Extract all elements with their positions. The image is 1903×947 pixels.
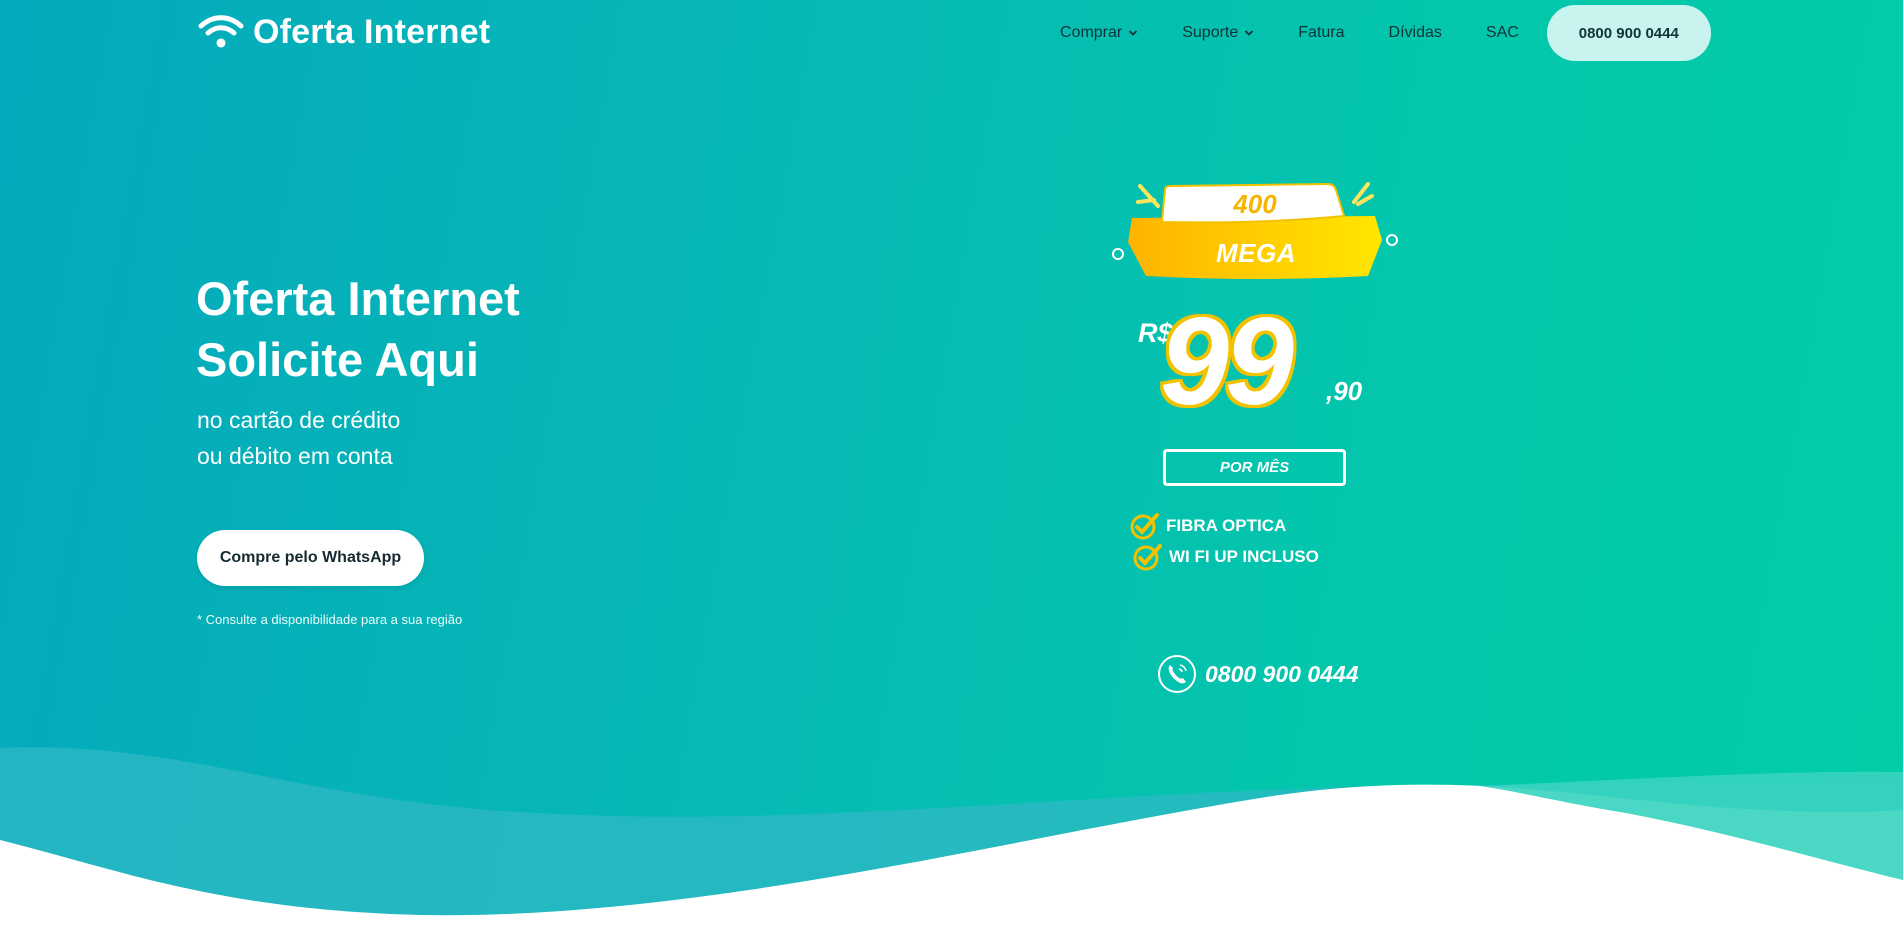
nav-item-suporte[interactable]: Suporte xyxy=(1182,24,1254,42)
availability-note: * Consulte a disponibilidade para a sua … xyxy=(197,612,463,627)
price-integer: 99 xyxy=(1160,293,1294,431)
brand-name: Oferta Internet xyxy=(253,12,491,51)
price-cents: ,90 xyxy=(1326,376,1363,406)
nav-item-comprar[interactable]: Comprar xyxy=(1060,24,1138,42)
phone-icon xyxy=(1158,655,1196,693)
nav-item-fatura[interactable]: Fatura xyxy=(1298,24,1344,42)
speed-unit: MEGA xyxy=(1216,238,1296,268)
hero-title: Oferta Internet Solicite Aqui xyxy=(196,268,520,390)
chevron-down-icon xyxy=(1129,30,1138,36)
offer-phone-number: 0800 900 0444 xyxy=(1205,660,1359,687)
nav-item-dividas[interactable]: Dívidas xyxy=(1389,24,1442,42)
hero-section: Oferta Internet Comprar Suporte Fatura D… xyxy=(0,0,1903,947)
offer-phone-link[interactable]: 0800 900 0444 xyxy=(1157,654,1359,694)
feature-item: WI FI UP INCLUSO xyxy=(1133,543,1319,571)
hero-subtitle-line1: no cartão de crédito xyxy=(197,407,401,433)
brand-logo[interactable]: Oferta Internet xyxy=(197,12,490,52)
speed-value: 400 xyxy=(1233,189,1277,219)
nav-item-label: Suporte xyxy=(1182,24,1239,41)
nav-item-label: Comprar xyxy=(1060,24,1123,41)
whatsapp-button[interactable]: Compre pelo WhatsApp xyxy=(197,530,424,586)
feature-label: FIBRA OPTICA xyxy=(1166,516,1287,535)
main-nav: Comprar Suporte Fatura Dívidas SAC 0800 … xyxy=(1060,0,1711,66)
checkmark-icon xyxy=(1130,513,1159,540)
chevron-down-icon xyxy=(1245,30,1254,36)
hero-title-line2: Solicite Aqui xyxy=(196,333,479,386)
feature-label: WI FI UP INCLUSO xyxy=(1169,547,1319,566)
decorative-waves xyxy=(0,747,1903,947)
checkmark-icon xyxy=(1133,544,1162,571)
price-period: POR MÊS xyxy=(1163,449,1346,486)
phone-cta-button[interactable]: 0800 900 0444 xyxy=(1546,5,1711,61)
feature-item: FIBRA OPTICA xyxy=(1130,512,1286,540)
hero-subtitle: no cartão de crédito ou débito em conta xyxy=(197,402,400,474)
wifi-icon xyxy=(198,15,244,48)
nav-item-sac[interactable]: SAC xyxy=(1486,24,1519,42)
hero-subtitle-line2: ou débito em conta xyxy=(197,443,393,469)
hero-title-line1: Oferta Internet xyxy=(196,272,520,325)
